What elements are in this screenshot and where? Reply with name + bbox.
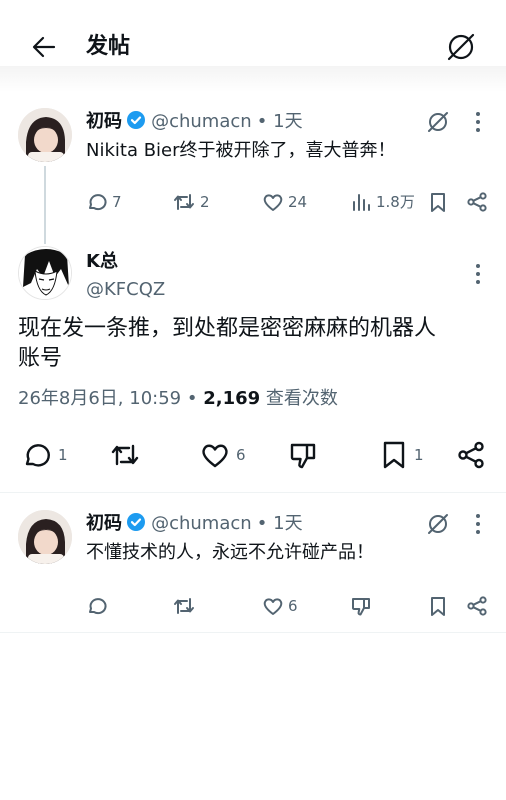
dislike-button[interactable] (288, 440, 318, 470)
view-count: 2,169 (203, 388, 261, 409)
thumbs-down-icon (288, 440, 318, 470)
author-handle[interactable]: @chumacn (151, 111, 252, 132)
like-button[interactable]: 6 (200, 440, 246, 470)
author-handle[interactable]: @chumacn (151, 513, 252, 534)
tweet-text: Nikita Bier终于被开除了，喜大普奔！ (86, 140, 396, 161)
avatar[interactable] (18, 246, 72, 300)
avatar[interactable] (18, 108, 72, 162)
more-icon[interactable] (470, 110, 486, 134)
tweet-meta: 26年8月6日, 10:59 • 2,169 查看次数 (18, 386, 338, 412)
retweet-icon (172, 191, 196, 213)
tweet1-header: 初码 @chumacn • 1天 (86, 110, 303, 134)
retweet-icon (172, 595, 196, 617)
tweet-time[interactable]: • 1天 (257, 111, 303, 132)
author-handle[interactable]: @KFCQZ (86, 278, 165, 302)
reply-icon (86, 191, 108, 213)
divider (0, 492, 506, 493)
like-count: 24 (288, 193, 308, 211)
retweet-button[interactable] (172, 594, 196, 618)
tweet2-header: 初码 @chumacn • 1天 (86, 512, 303, 536)
view-count-label: 查看次数 (265, 388, 338, 409)
tweet-text: 现在发一条推，到处都是密密麻麻的机器人 账号 (18, 314, 436, 374)
more-icon[interactable] (470, 262, 486, 286)
bookmark-icon[interactable] (427, 595, 449, 617)
reply-button[interactable]: 1 (22, 440, 68, 470)
more-icon[interactable] (470, 512, 486, 536)
tweet-time[interactable]: • 1天 (257, 513, 303, 534)
author-name[interactable]: K总 (86, 250, 118, 274)
grok-slash-icon[interactable] (444, 30, 478, 64)
back-arrow-icon[interactable] (30, 33, 58, 61)
author-name[interactable]: 初码 (86, 111, 122, 132)
dislike-button[interactable] (350, 594, 372, 618)
tweet-text-line: 现在发一条推，到处都是密密麻麻的机器人 (18, 316, 437, 341)
thumbs-down-icon (350, 595, 372, 617)
reply-icon (86, 595, 108, 617)
reply-count: 1 (58, 446, 68, 464)
tweet-date[interactable]: 26年8月6日, 10:59 • (18, 388, 197, 409)
bookmark-button[interactable]: 1 (380, 440, 424, 470)
thread-line (44, 166, 46, 244)
bookmark-icon[interactable] (427, 191, 449, 213)
retweet-button[interactable]: 2 (172, 190, 210, 214)
share-icon[interactable] (466, 191, 488, 213)
bookmark-count: 1 (414, 446, 424, 464)
views-count: 1.8万 (376, 193, 415, 211)
page-title: 发帖 (86, 34, 131, 59)
like-button[interactable]: 24 (262, 190, 307, 214)
avatar[interactable] (18, 510, 72, 564)
reply-button[interactable]: 7 (86, 190, 122, 214)
verified-badge-icon (126, 512, 146, 532)
heart-icon (200, 440, 230, 470)
reply-icon (22, 440, 52, 470)
share-icon[interactable] (456, 440, 486, 470)
retweet-count: 2 (200, 193, 210, 211)
heart-icon (262, 595, 284, 617)
verified-badge-icon (126, 110, 146, 130)
retweet-button[interactable] (108, 440, 142, 470)
heart-icon (262, 191, 284, 213)
bookmark-icon (380, 440, 408, 470)
views-button[interactable]: 1.8万 (350, 190, 415, 214)
grok-icon[interactable] (426, 110, 450, 134)
author-name[interactable]: 初码 (86, 513, 122, 534)
share-icon[interactable] (466, 595, 488, 617)
like-count: 6 (236, 446, 246, 464)
like-count: 6 (288, 597, 298, 615)
header-shadow (0, 66, 506, 92)
like-button[interactable]: 6 (262, 594, 298, 618)
tweet-text-line: 账号 (18, 346, 63, 371)
grok-icon[interactable] (426, 512, 450, 536)
retweet-icon (108, 440, 142, 470)
views-icon (350, 191, 372, 213)
tweet-text: 不懂技术的人，永远不允许碰产品！ (86, 542, 374, 563)
divider (0, 632, 506, 633)
reply-count: 7 (112, 193, 122, 211)
reply-button[interactable] (86, 594, 108, 618)
